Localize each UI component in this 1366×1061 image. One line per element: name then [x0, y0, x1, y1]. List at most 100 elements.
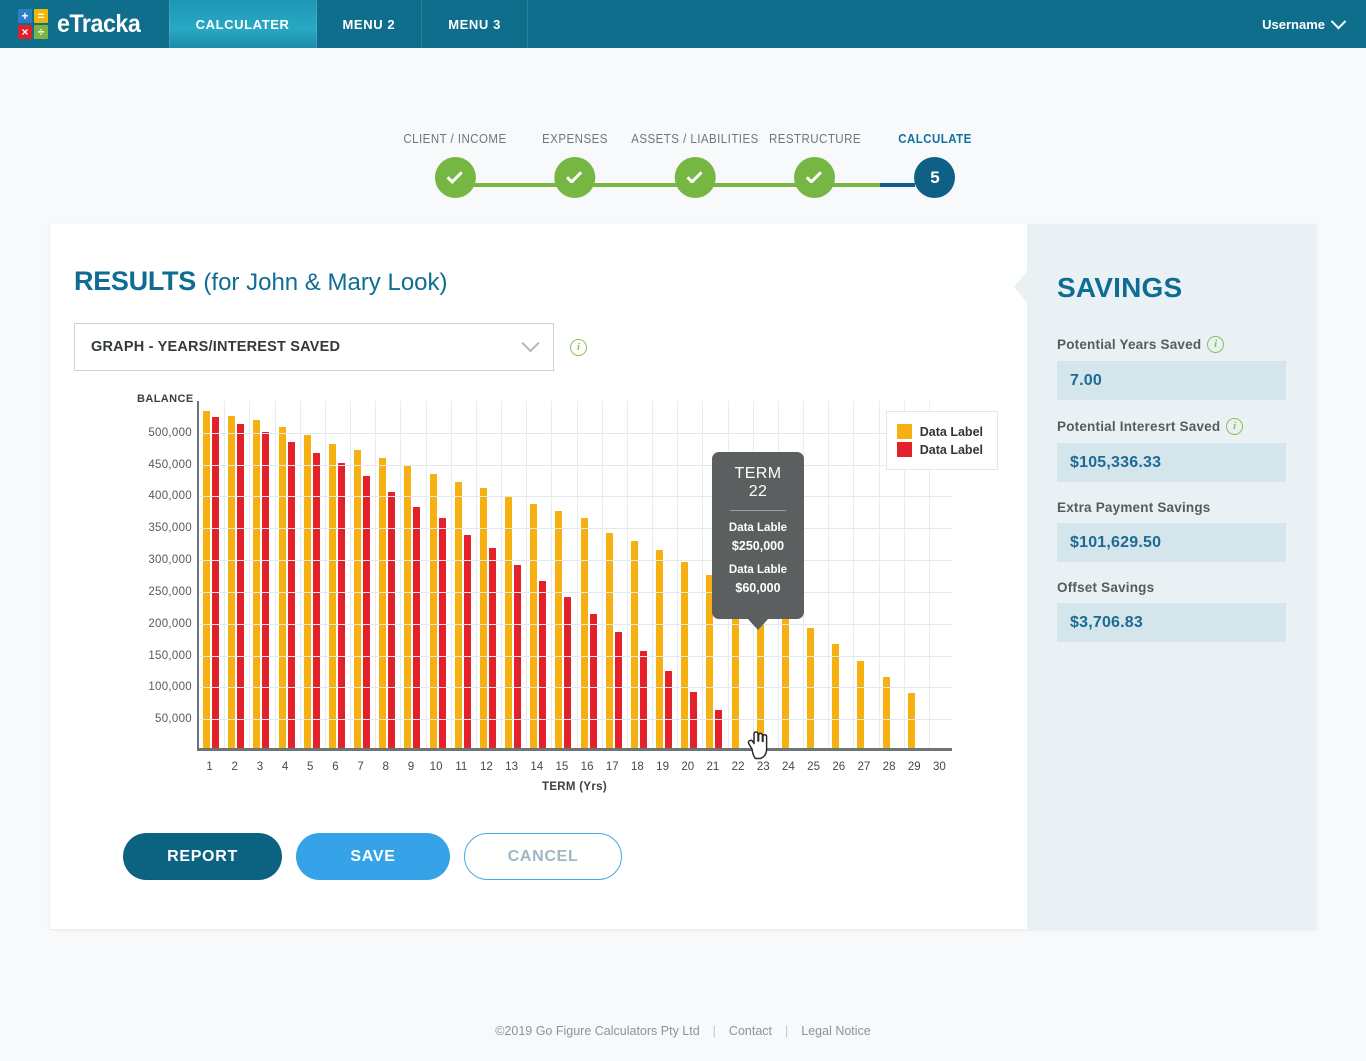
savings-info-icon[interactable]: i	[1207, 336, 1225, 353]
chart-bar[interactable]	[237, 424, 245, 748]
chart-x-tick-label: 15	[555, 761, 569, 773]
chart-bar[interactable]	[505, 497, 513, 748]
stepper-step-restructure[interactable]: RESTRUCTURE	[765, 132, 865, 198]
chart-bar[interactable]	[530, 503, 538, 748]
chart-y-tick-label: 150,000	[148, 649, 192, 662]
chart-bar[interactable]	[639, 651, 647, 748]
chart-bar[interactable]	[555, 510, 563, 748]
chart-bar[interactable]	[253, 420, 261, 748]
chart-bar-group[interactable]	[354, 401, 371, 748]
stepper-label-expenses: EXPENSES	[542, 132, 608, 146]
chart-x-tick-label: 2	[231, 761, 238, 773]
chart-vertical-gridline	[475, 401, 477, 748]
stepper-step-expenses[interactable]: EXPENSES	[539, 132, 610, 198]
chart-vertical-gridline	[224, 401, 226, 748]
chart-bar[interactable]	[665, 671, 673, 748]
chart-vertical-gridline	[375, 401, 377, 748]
chart-bar[interactable]	[438, 518, 446, 748]
chart-bar-group[interactable]	[630, 401, 648, 748]
chart-bar[interactable]	[203, 410, 211, 748]
chart-bar[interactable]	[354, 450, 362, 748]
chart-bar[interactable]	[278, 426, 286, 748]
chart-bar[interactable]	[564, 597, 572, 748]
save-button[interactable]: SAVE	[296, 833, 450, 880]
stepper-connector-3	[695, 183, 815, 187]
chart-bar[interactable]	[580, 517, 588, 748]
chart-bar[interactable]	[429, 474, 437, 748]
chart-bar[interactable]	[589, 614, 597, 748]
chart-bar-group[interactable]	[555, 401, 572, 748]
chart-bar[interactable]	[463, 534, 471, 748]
chart-bar[interactable]	[715, 709, 723, 748]
chart-bar[interactable]	[605, 532, 613, 748]
report-button[interactable]: REPORT	[123, 833, 282, 880]
chart-x-tick-label: 22	[731, 761, 745, 773]
chart-bar-group[interactable]	[253, 401, 270, 748]
stepper-connector-1	[455, 183, 575, 187]
footer-link-contact[interactable]: Contact	[729, 1024, 772, 1038]
chart-bar[interactable]	[337, 462, 345, 748]
chart-bar[interactable]	[212, 417, 220, 748]
chart-bar-group[interactable]	[857, 401, 874, 748]
chart-x-tick-label: 29	[907, 761, 921, 773]
chart-x-tick-label: 9	[407, 761, 415, 773]
chart-bar-group[interactable]	[278, 401, 296, 748]
chart-bar-group[interactable]	[681, 401, 698, 748]
chart-bar[interactable]	[781, 617, 789, 748]
cancel-button[interactable]: CANCEL	[464, 833, 622, 880]
graph-type-select[interactable]: GRAPH - YEARS/INTEREST SAVED	[74, 323, 554, 371]
chart-bar[interactable]	[630, 541, 638, 748]
chart-bar[interactable]	[328, 443, 336, 748]
chart-bar-group[interactable]	[454, 401, 472, 748]
chart-bar[interactable]	[413, 507, 421, 748]
footer-separator-2: |	[785, 1024, 789, 1038]
legend-item-series-1[interactable]: Data Label	[896, 424, 983, 439]
chart-bar[interactable]	[488, 547, 496, 748]
chart-bar[interactable]	[388, 491, 396, 748]
chart-bar[interactable]	[228, 415, 236, 748]
chart-bar-group[interactable]	[656, 401, 673, 748]
legend-item-series-2[interactable]: Data Label	[896, 442, 983, 457]
chart-bar-group[interactable]	[605, 401, 623, 748]
nav-item-calculater[interactable]: CALCULATER	[168, 0, 317, 48]
chart-bar-group[interactable]	[228, 401, 245, 748]
chart-bar-group[interactable]	[505, 401, 522, 748]
chart-bar[interactable]	[404, 465, 412, 748]
nav-item-menu-2[interactable]: MENU 2	[317, 0, 423, 48]
graph-info-icon[interactable]: i	[570, 338, 587, 356]
stepper-step-calculate[interactable]: CALCULATE 5	[895, 132, 975, 198]
user-menu[interactable]: Username	[1240, 0, 1366, 48]
chart-bar-group[interactable]	[530, 401, 547, 748]
chart-bar[interactable]	[312, 453, 320, 748]
nav-item-menu-3[interactable]: MENU 3	[422, 0, 528, 48]
chart-bar-group[interactable]	[429, 401, 447, 748]
chart-vertical-gridline	[626, 401, 628, 748]
chart-bar-group[interactable]	[404, 401, 421, 748]
chart-bar-group[interactable]	[807, 401, 824, 748]
chart-bar-group[interactable]	[832, 401, 849, 748]
chart-bar-group[interactable]	[580, 401, 598, 748]
chart-bar-group[interactable]	[203, 401, 220, 748]
chart-bar[interactable]	[832, 644, 840, 748]
chart-bar[interactable]	[539, 581, 547, 748]
chart-bar-group[interactable]	[479, 401, 497, 748]
chart-bar[interactable]	[907, 693, 915, 748]
stepper-step-assets-liabilities[interactable]: ASSETS / LIABILITIES	[626, 132, 765, 198]
chart-bar-group[interactable]	[303, 401, 321, 748]
chart-bar[interactable]	[262, 431, 270, 748]
chart-bar-group[interactable]	[379, 401, 396, 748]
chart-bar[interactable]	[379, 458, 387, 748]
brand-logo[interactable]: + = × ÷ eTracka	[0, 0, 169, 48]
chart-bar[interactable]	[454, 482, 462, 748]
chart-y-tick-label: 100,000	[148, 681, 192, 694]
chart-bar-group[interactable]	[328, 401, 346, 748]
chart-bar[interactable]	[614, 632, 622, 748]
stepper-step-client-income[interactable]: CLIENT / INCOME	[399, 132, 511, 198]
chart-bar[interactable]	[363, 476, 371, 748]
chart-bar[interactable]	[287, 441, 295, 748]
savings-info-icon[interactable]: i	[1226, 418, 1244, 435]
footer-link-legal-notice[interactable]: Legal Notice	[801, 1024, 871, 1038]
chart-bar[interactable]	[857, 660, 865, 748]
chart-y-tick-label: 400,000	[148, 490, 192, 503]
chart-y-tick-label: 450,000	[148, 458, 192, 471]
